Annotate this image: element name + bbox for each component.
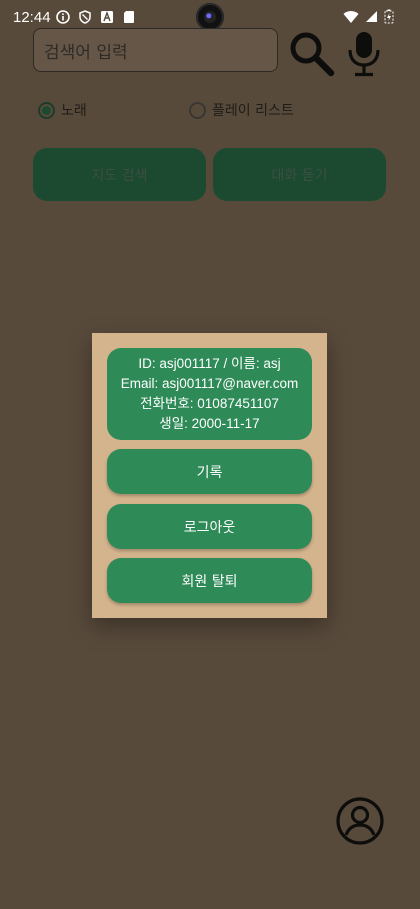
signal-icon (365, 10, 378, 27)
radio-option-song[interactable]: 노래 (38, 100, 87, 120)
microphone-icon (348, 32, 380, 77)
radio-label-song: 노래 (61, 103, 87, 119)
voice-search-button[interactable] (346, 30, 382, 78)
logout-button[interactable]: 로그아웃 (107, 504, 312, 549)
user-id-name: ID: asj001117 / 이름: asj (138, 356, 281, 371)
radio-option-playlist[interactable]: 플레이 리스트 (189, 100, 294, 120)
radio-selected-icon[interactable] (38, 101, 55, 119)
radio-unselected-icon[interactable] (189, 101, 206, 119)
shield-icon (78, 10, 92, 24)
radio-label-playlist: 플레이 리스트 (212, 103, 294, 119)
info-icon (56, 10, 70, 24)
front-camera (196, 3, 224, 31)
status-icons-right (343, 9, 394, 28)
user-info-card: ID: asj001117 / 이름: asj Email: asj001117… (107, 348, 312, 440)
withdraw-account-button[interactable]: 회원 탈퇴 (107, 558, 312, 603)
listen-conversation-button[interactable]: 대화 듣기 (213, 148, 386, 201)
history-button[interactable]: 기록 (107, 449, 312, 494)
battery-charging-icon (384, 9, 394, 28)
map-search-button[interactable]: 지도 검색 (33, 148, 206, 201)
status-time: 12:44 (13, 9, 51, 26)
search-button[interactable] (286, 28, 336, 78)
wifi-icon (343, 10, 359, 28)
user-birthday: 생일: 2000-11-17 (159, 416, 260, 431)
account-circle-icon (336, 797, 384, 845)
user-phone: 전화번호: 01087451107 (140, 396, 279, 411)
profile-button[interactable] (335, 796, 385, 846)
search-placeholder: 검색어 입력 (44, 43, 128, 63)
sd-card-icon (122, 10, 136, 24)
user-email: Email: asj001117@naver.com (120, 376, 299, 391)
font-icon (100, 10, 114, 24)
status-icons-left (56, 10, 136, 24)
search-icon (290, 32, 335, 77)
user-info-dialog: ID: asj001117 / 이름: asj Email: asj001117… (92, 333, 327, 618)
